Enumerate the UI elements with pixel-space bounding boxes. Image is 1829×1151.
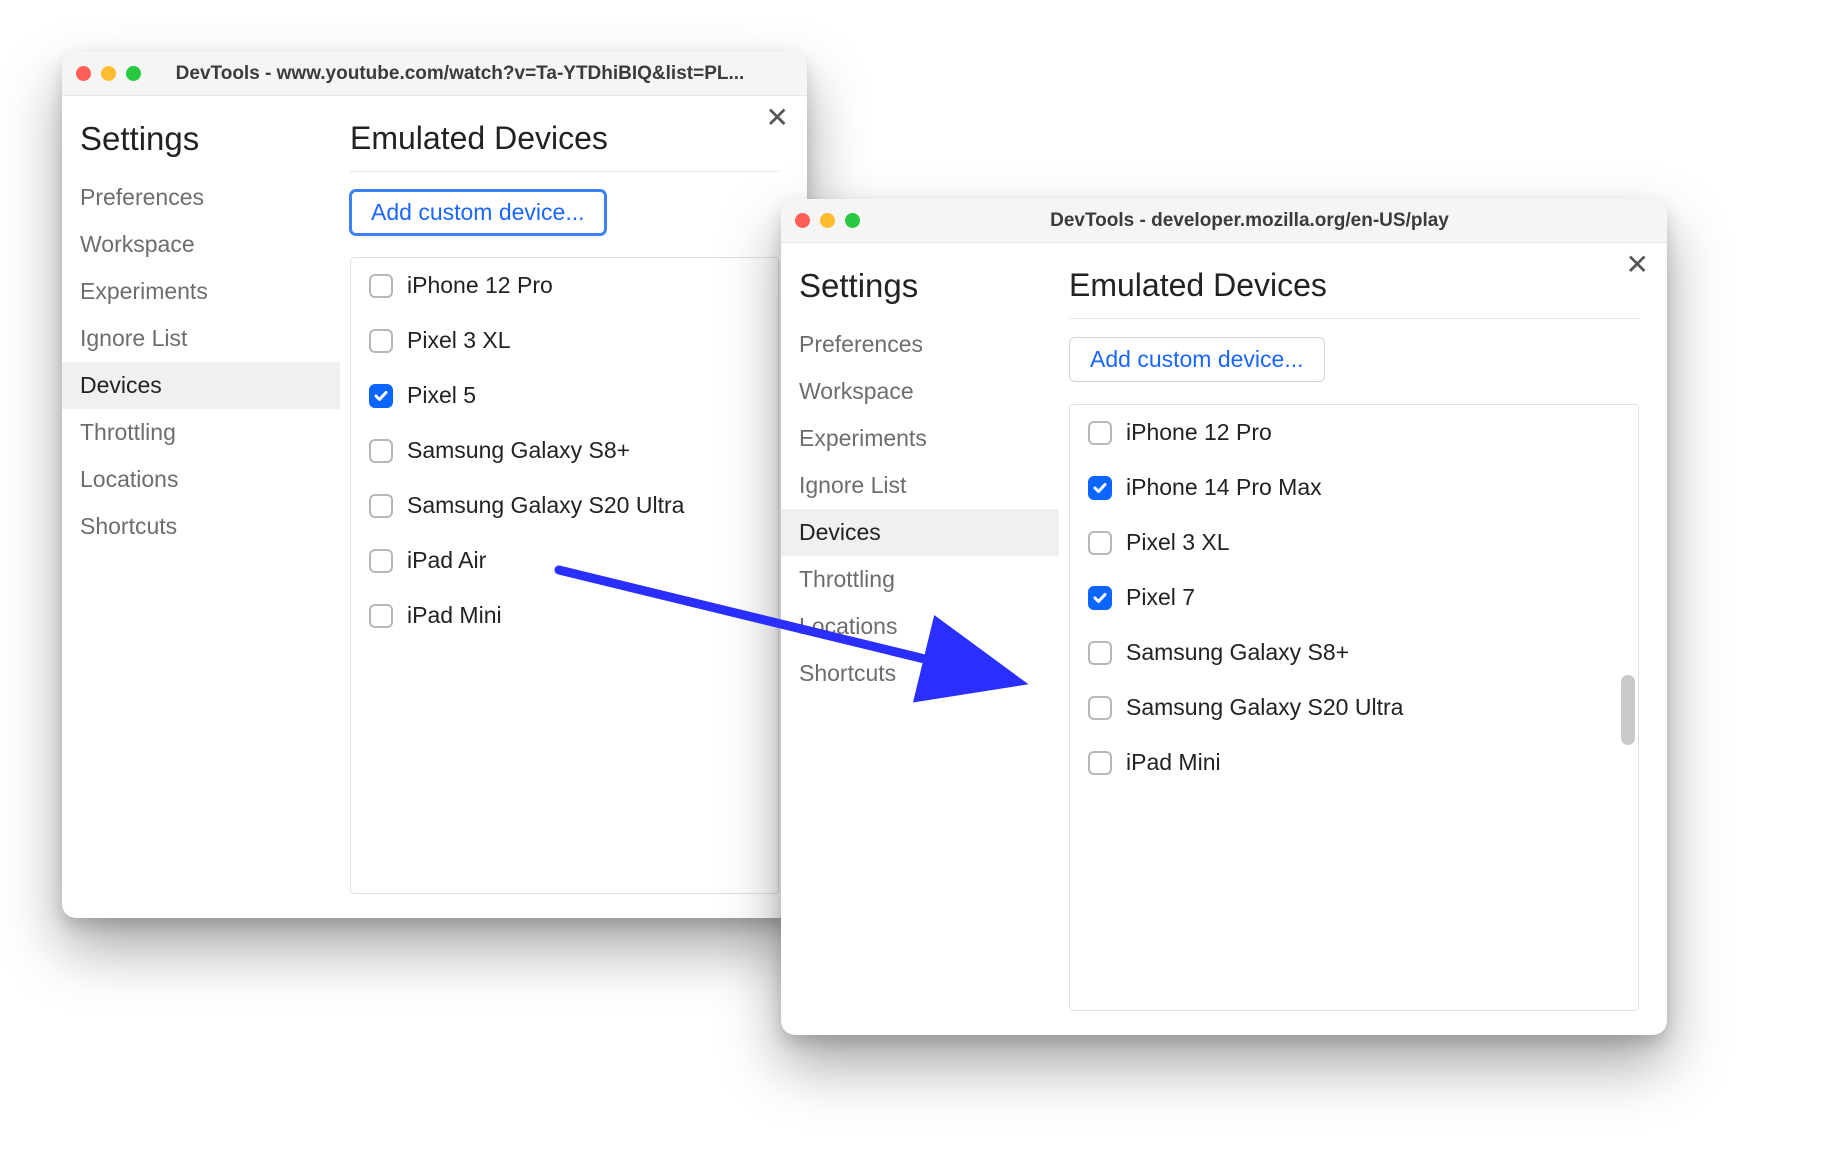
checkbox-icon[interactable] (369, 274, 393, 298)
section-heading: Emulated Devices (1069, 267, 1639, 319)
main-panel: Emulated Devices Add custom device... iP… (1059, 243, 1667, 1035)
settings-heading: Settings (62, 120, 340, 174)
device-row[interactable]: Samsung Galaxy S20 Ultra (1070, 680, 1638, 735)
device-row[interactable]: iPad Air (351, 533, 778, 588)
checkbox-icon[interactable] (369, 604, 393, 628)
device-label: Pixel 7 (1126, 584, 1195, 611)
zoom-light-icon[interactable] (126, 66, 141, 81)
close-light-icon[interactable] (795, 213, 810, 228)
section-heading: Emulated Devices (350, 120, 779, 172)
checkbox-icon[interactable] (369, 439, 393, 463)
minimize-light-icon[interactable] (820, 213, 835, 228)
window-title: DevTools - www.youtube.com/watch?v=Ta-YT… (157, 63, 793, 85)
window-title: DevTools - developer.mozilla.org/en-US/p… (876, 210, 1653, 232)
traffic-lights (795, 213, 860, 228)
sidebar: Settings PreferencesWorkspaceExperiments… (62, 96, 340, 918)
device-label: Samsung Galaxy S20 Ultra (1126, 694, 1403, 721)
device-row[interactable]: Pixel 3 XL (1070, 515, 1638, 570)
device-row[interactable]: iPhone 12 Pro (351, 258, 778, 313)
settings-heading: Settings (781, 267, 1059, 321)
device-row[interactable]: iPad Mini (351, 588, 778, 643)
device-list[interactable]: iPhone 12 Pro Pixel 3 XL Pixel 5 Samsung Ga… (350, 257, 779, 894)
window-body: ✕ Settings PreferencesWorkspaceExperimen… (62, 96, 807, 918)
checkbox-icon[interactable] (1088, 586, 1112, 610)
traffic-lights (76, 66, 141, 81)
sidebar-item-locations[interactable]: Locations (62, 456, 340, 503)
device-label: iPhone 12 Pro (1126, 419, 1272, 446)
device-list[interactable]: iPhone 12 Pro iPhone 14 Pro Max Pixel 3 XL… (1069, 404, 1639, 1011)
checkbox-icon[interactable] (1088, 531, 1112, 555)
device-row[interactable]: iPhone 12 Pro (1070, 405, 1638, 460)
device-row[interactable]: Pixel 3 XL (351, 313, 778, 368)
device-label: iPhone 12 Pro (407, 272, 553, 299)
device-row[interactable]: Samsung Galaxy S8+ (351, 423, 778, 478)
device-label: iPad Air (407, 547, 486, 574)
checkbox-icon[interactable] (369, 549, 393, 573)
sidebar-item-preferences[interactable]: Preferences (781, 321, 1059, 368)
checkbox-icon[interactable] (369, 329, 393, 353)
checkbox-icon[interactable] (1088, 641, 1112, 665)
sidebar-item-throttling[interactable]: Throttling (62, 409, 340, 456)
add-custom-device-button[interactable]: Add custom device... (350, 190, 606, 235)
titlebar: DevTools - www.youtube.com/watch?v=Ta-YT… (62, 52, 807, 96)
device-row[interactable]: iPhone 14 Pro Max (1070, 460, 1638, 515)
close-icon[interactable]: ✕ (1626, 251, 1649, 279)
checkbox-icon[interactable] (369, 494, 393, 518)
window-back: DevTools - www.youtube.com/watch?v=Ta-YT… (62, 52, 807, 918)
sidebar-item-throttling[interactable]: Throttling (781, 556, 1059, 603)
sidebar-item-shortcuts[interactable]: Shortcuts (781, 650, 1059, 697)
sidebar-item-devices[interactable]: Devices (781, 509, 1059, 556)
sidebar-item-devices[interactable]: Devices (62, 362, 340, 409)
close-icon[interactable]: ✕ (766, 104, 789, 132)
checkbox-icon[interactable] (1088, 696, 1112, 720)
device-label: iPhone 14 Pro Max (1126, 474, 1322, 501)
device-label: Samsung Galaxy S8+ (1126, 639, 1349, 666)
device-label: Pixel 5 (407, 382, 476, 409)
sidebar-item-locations[interactable]: Locations (781, 603, 1059, 650)
device-row[interactable]: Pixel 5 (351, 368, 778, 423)
close-light-icon[interactable] (76, 66, 91, 81)
device-label: iPad Mini (1126, 749, 1221, 776)
window-body: ✕ Settings PreferencesWorkspaceExperimen… (781, 243, 1667, 1035)
sidebar: Settings PreferencesWorkspaceExperiments… (781, 243, 1059, 1035)
sidebar-item-ignore-list[interactable]: Ignore List (781, 462, 1059, 509)
sidebar-item-experiments[interactable]: Experiments (62, 268, 340, 315)
window-front: DevTools - developer.mozilla.org/en-US/p… (781, 199, 1667, 1035)
sidebar-item-workspace[interactable]: Workspace (781, 368, 1059, 415)
titlebar: DevTools - developer.mozilla.org/en-US/p… (781, 199, 1667, 243)
add-custom-device-button[interactable]: Add custom device... (1069, 337, 1325, 382)
device-label: Pixel 3 XL (407, 327, 511, 354)
checkbox-icon[interactable] (1088, 476, 1112, 500)
sidebar-item-preferences[interactable]: Preferences (62, 174, 340, 221)
minimize-light-icon[interactable] (101, 66, 116, 81)
device-label: Pixel 3 XL (1126, 529, 1230, 556)
checkbox-icon[interactable] (369, 384, 393, 408)
scrollbar-thumb[interactable] (1621, 675, 1635, 745)
device-label: Samsung Galaxy S20 Ultra (407, 492, 684, 519)
sidebar-item-experiments[interactable]: Experiments (781, 415, 1059, 462)
zoom-light-icon[interactable] (845, 213, 860, 228)
device-row[interactable]: Samsung Galaxy S8+ (1070, 625, 1638, 680)
device-row[interactable]: iPad Mini (1070, 735, 1638, 790)
sidebar-item-workspace[interactable]: Workspace (62, 221, 340, 268)
device-label: iPad Mini (407, 602, 502, 629)
device-row[interactable]: Samsung Galaxy S20 Ultra (351, 478, 778, 533)
device-label: Samsung Galaxy S8+ (407, 437, 630, 464)
sidebar-item-ignore-list[interactable]: Ignore List (62, 315, 340, 362)
checkbox-icon[interactable] (1088, 751, 1112, 775)
sidebar-item-shortcuts[interactable]: Shortcuts (62, 503, 340, 550)
device-row[interactable]: Pixel 7 (1070, 570, 1638, 625)
main-panel: Emulated Devices Add custom device... iP… (340, 96, 807, 918)
checkbox-icon[interactable] (1088, 421, 1112, 445)
